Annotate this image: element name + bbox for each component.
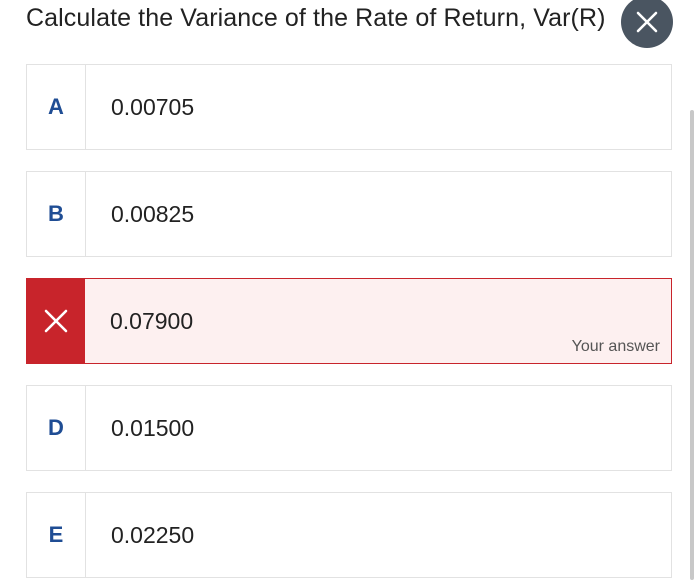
option-value: 0.02250 [111,521,195,548]
incorrect-mark [27,279,85,363]
answer-option-d[interactable]: D 0.01500 [26,385,672,471]
answer-option-b[interactable]: B 0.00825 [26,171,672,257]
option-value: 0.01500 [111,414,195,441]
option-value: 0.00825 [111,200,195,227]
close-icon [636,11,658,33]
option-letter: A [27,65,86,149]
option-letter: B [27,172,86,256]
scrollbar[interactable] [690,110,694,580]
option-letter: D [27,386,86,470]
answer-option-e[interactable]: E 0.02250 [26,492,672,578]
x-mark-icon [44,309,68,333]
option-value: 0.07900 [110,307,194,334]
your-answer-label: Your answer [571,338,660,355]
answer-option-c-selected-incorrect[interactable]: 0.07900 Your answer [26,278,672,364]
close-button[interactable] [621,0,673,48]
question-title: Calculate the Variance of the Rate of Re… [26,4,606,32]
option-value: 0.00705 [111,93,195,120]
option-letter: E [27,493,86,577]
answer-option-a[interactable]: A 0.00705 [26,64,672,150]
